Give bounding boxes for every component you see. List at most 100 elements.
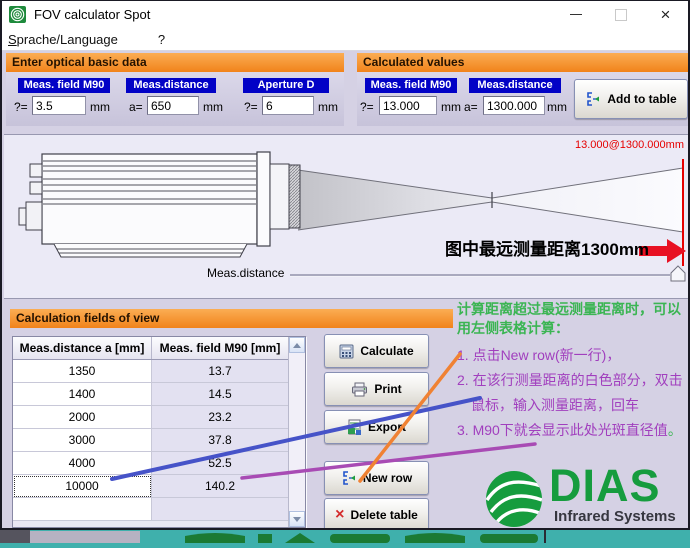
calculate-button[interactable]: Calculate xyxy=(324,334,429,368)
menu-item-language[interactable]: Sprache/Language xyxy=(2,30,124,49)
cell-meas-field: 13.7 xyxy=(152,360,288,383)
calc-m90-prefix: ?= xyxy=(360,100,374,114)
delete-table-label: Delete table xyxy=(350,508,417,522)
export-button[interactable]: Export xyxy=(324,410,429,444)
maximize-icon xyxy=(615,9,627,21)
table-row[interactable]: 300037.8 xyxy=(13,429,305,452)
cell-meas-field: 14.5 xyxy=(152,383,288,406)
tutorial-notes: 计算距离超过最远测量距离时，可以 用左侧表格计算： 1. 点击New row(新… xyxy=(457,301,690,447)
fov-table[interactable]: Meas.distance a [mm] Meas. field M90 [mm… xyxy=(12,336,306,528)
cell-meas-distance[interactable]: 1350 xyxy=(13,360,152,383)
calc-label-distance: Meas.distance xyxy=(469,78,561,93)
spreadsheet-icon xyxy=(347,419,362,435)
column-header-field[interactable]: Meas. field M90 [mm] xyxy=(152,337,288,359)
fov-table-body: 135013.7140014.5200023.2300037.8400052.5… xyxy=(13,360,305,521)
table-scrollbar[interactable] xyxy=(288,337,305,527)
calculate-label: Calculate xyxy=(360,344,413,358)
cell-meas-field: 140.2 xyxy=(152,475,288,498)
app-window: FOV calculator Spot × Sprache/Language ?… xyxy=(0,0,690,530)
minimize-icon xyxy=(570,14,582,15)
max-distance-annotation: 图中最远测量距离1300mm xyxy=(445,235,645,260)
cell-meas-field: 23.2 xyxy=(152,406,288,429)
note-step: 鼠标，输入测量距离，回车 xyxy=(457,397,690,414)
arrow-down-icon xyxy=(293,517,301,522)
basic-data-header: Enter optical basic data xyxy=(6,53,344,72)
logo-tagline-text: Infrared Systems xyxy=(554,508,676,525)
aperture-input[interactable] xyxy=(262,96,314,115)
menu-bar: Sprache/Language ? xyxy=(2,28,688,51)
printer-icon xyxy=(351,382,368,397)
close-icon: × xyxy=(661,6,671,23)
notes-steps: 1. 点击New row(新一行)， 2. 在该行测量距离的白色部分，双击鼠标，输… xyxy=(457,347,690,439)
distance-unit: mm xyxy=(203,100,223,114)
close-button[interactable]: × xyxy=(643,1,688,28)
cell-meas-field: 52.5 xyxy=(152,452,288,475)
title-bar: FOV calculator Spot × xyxy=(2,1,688,28)
calc-distance-unit: mm xyxy=(547,100,567,114)
field-label-distance: Meas.distance xyxy=(126,78,216,93)
arrow-up-icon xyxy=(293,343,301,348)
table-row[interactable]: 200023.2 xyxy=(13,406,305,429)
background-window-strip xyxy=(0,530,690,543)
aperture-unit: mm xyxy=(318,100,338,114)
dias-logo-icon xyxy=(485,470,543,528)
new-row-button[interactable]: New row xyxy=(324,461,429,495)
delete-x-icon: × xyxy=(335,507,344,523)
maximize-button xyxy=(598,1,643,28)
cell-meas-distance[interactable]: 2000 xyxy=(13,406,152,429)
cell-meas-distance[interactable]: 10000 xyxy=(13,475,152,498)
logo-brand-text: DIAS xyxy=(549,460,661,512)
cell-meas-distance[interactable]: 4000 xyxy=(13,452,152,475)
delete-table-button[interactable]: × Delete table xyxy=(324,498,429,530)
m90-prefix: ?= xyxy=(14,100,28,114)
cell-meas-distance[interactable]: 1400 xyxy=(13,383,152,406)
calculated-header: Calculated values xyxy=(357,53,688,72)
m90-input[interactable] xyxy=(32,96,86,115)
column-header-distance[interactable]: Meas.distance a [mm] xyxy=(13,337,152,359)
print-label: Print xyxy=(374,382,401,396)
calc-distance-prefix: a= xyxy=(464,100,478,114)
table-row[interactable]: 400052.5 xyxy=(13,452,305,475)
scroll-up-button[interactable] xyxy=(289,337,305,353)
field-label-aperture: Aperture D xyxy=(243,78,329,93)
calc-m90-unit: mm xyxy=(441,100,461,114)
minimize-button[interactable] xyxy=(553,1,598,28)
add-to-table-label: Add to table xyxy=(607,92,676,106)
note-heading-line2: 用左侧表格计算： xyxy=(457,320,690,337)
export-label: Export xyxy=(368,420,406,434)
field-label-m90: Meas. field M90 xyxy=(18,78,110,93)
table-row[interactable]: 10000140.2 xyxy=(13,475,305,498)
calc-distance-value xyxy=(483,96,545,115)
dias-logo: DIAS Infrared Systems xyxy=(485,468,690,528)
distance-prefix: a= xyxy=(129,100,143,114)
distance-slider-handle[interactable] xyxy=(670,265,686,282)
table-row[interactable]: 140014.5 xyxy=(13,383,305,406)
scroll-down-button[interactable] xyxy=(289,511,305,527)
calculator-icon xyxy=(339,344,354,359)
cell-meas-field xyxy=(152,498,288,521)
content-area: Enter optical basic data Meas. field M90… xyxy=(2,51,688,529)
m90-unit: mm xyxy=(90,100,110,114)
meas-distance-label: Meas.distance xyxy=(207,266,284,280)
spot-size-label: 13.000@1300.000mm xyxy=(575,139,684,151)
distance-slider-track[interactable] xyxy=(290,274,670,277)
calc-label-m90: Meas. field M90 xyxy=(365,78,457,93)
note-heading-line1: 计算距离超过最远测量距离时，可以 xyxy=(457,301,690,318)
cell-meas-distance[interactable] xyxy=(13,498,152,521)
app-logo-icon xyxy=(9,6,26,23)
window-title: FOV calculator Spot xyxy=(34,7,150,22)
table-row[interactable]: 135013.7 xyxy=(13,360,305,383)
basic-data-panel: Enter optical basic data Meas. field M90… xyxy=(6,53,344,126)
note-step: 2. 在该行测量距离的白色部分，双击 xyxy=(457,372,690,389)
new-row-icon xyxy=(341,470,357,486)
calculated-panel: Calculated values Meas. field M90 ?= mm … xyxy=(357,53,688,126)
print-button[interactable]: Print xyxy=(324,372,429,406)
distance-input[interactable] xyxy=(147,96,199,115)
cell-meas-field: 37.8 xyxy=(152,429,288,452)
menu-item-help[interactable]: ? xyxy=(152,30,171,49)
note-step: 1. 点击New row(新一行)， xyxy=(457,347,690,364)
add-to-table-button[interactable]: Add to table xyxy=(574,79,688,119)
table-row[interactable] xyxy=(13,498,305,521)
add-row-icon xyxy=(585,91,601,107)
cell-meas-distance[interactable]: 3000 xyxy=(13,429,152,452)
